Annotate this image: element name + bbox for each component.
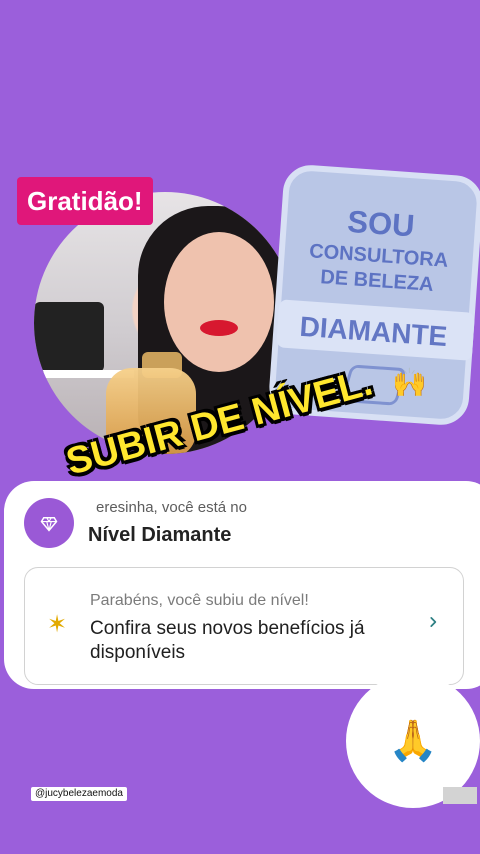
level-icon-circle — [24, 498, 74, 548]
level-greeting: eresinha, você está no — [96, 499, 247, 516]
benefits-notification[interactable]: ✶ Parabéns, você subiu de nível! Confira… — [24, 567, 464, 685]
gratitude-tag: Gratidão! — [17, 177, 153, 225]
notification-title: Parabéns, você subiu de nível! — [90, 592, 309, 609]
praying-hands-icon: 🙏 — [388, 719, 438, 763]
sparkle-icon: ✶ — [46, 611, 68, 638]
level-card[interactable]: eresinha, você está no Nível Diamante ✶ … — [4, 481, 480, 689]
decorative-shadow — [443, 787, 477, 804]
story-page: Gratidão! SOU CONSULTORA DE BELEZA DIAMA… — [0, 0, 480, 854]
diamond-icon — [40, 517, 58, 532]
chevron-right-icon[interactable] — [426, 615, 440, 629]
lips-shape — [200, 320, 238, 336]
raised-hands-icon: 🙌 — [392, 367, 427, 398]
social-handle: @jucybelezaemoda — [31, 787, 127, 801]
face-shape — [164, 232, 274, 372]
shelf-decoration — [34, 302, 104, 372]
notification-body: Confira seus novos benefícios já disponí… — [90, 618, 365, 663]
level-title: Nível Diamante — [88, 524, 232, 546]
